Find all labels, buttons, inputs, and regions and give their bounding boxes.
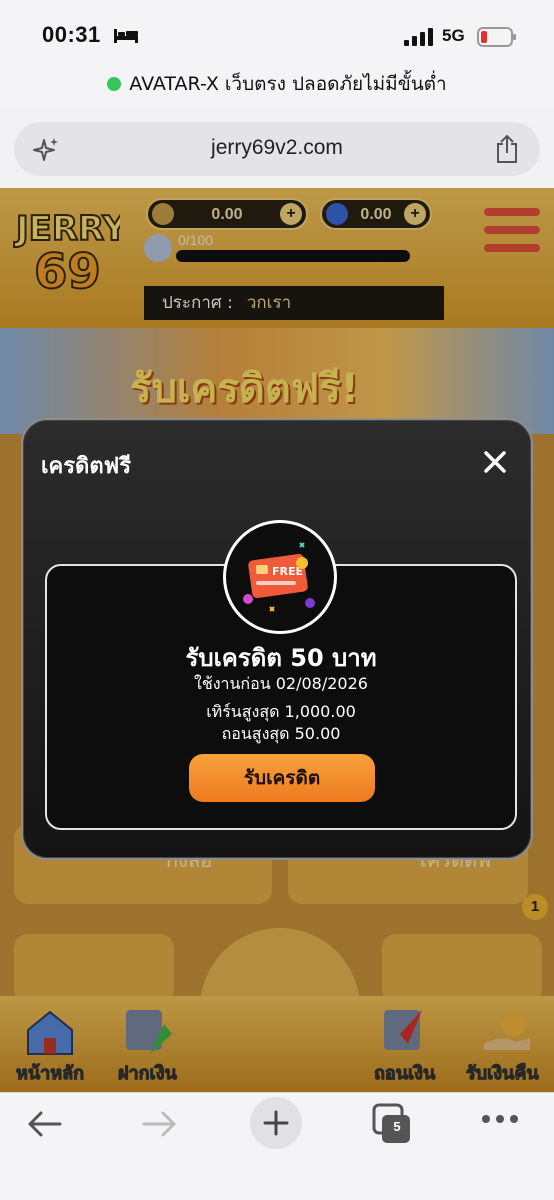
back-arrow-icon[interactable] (26, 1109, 62, 1139)
url-text[interactable]: jerry69v2.com (14, 136, 540, 160)
browser-toolbar: 5 (0, 1092, 554, 1200)
network-type: 5G (442, 26, 465, 45)
modal-title: เครดิตฟรี (41, 454, 132, 479)
credit-card-coupon-icon: FREE (243, 542, 315, 612)
sleep-bed-icon (114, 29, 138, 43)
address-bar[interactable]: jerry69v2.com (14, 122, 540, 176)
close-icon[interactable] (483, 450, 507, 474)
tab-count: 5 (393, 1119, 401, 1134)
battery-low-icon (477, 27, 516, 47)
status-time: 00:31 (42, 22, 101, 47)
page-title-bar: AVATAR-X เว็บตรง ปลอดภัยไม่มีขั้นต่ำ (0, 66, 554, 108)
offer-max-withdraw: ถอนสูงสุด 50.00 (221, 724, 341, 743)
page-title: AVATAR-X เว็บตรง ปลอดภัยไม่มีขั้นต่ำ (129, 73, 447, 95)
more-options-icon[interactable] (480, 1113, 520, 1125)
status-bar: 00:31 5G (0, 0, 554, 66)
free-credit-modal: เครดิตฟรี FREE รับเครดิต 50 บาท ใช้งานก่… (21, 418, 533, 860)
forward-arrow-icon[interactable] (142, 1109, 178, 1139)
offer-expiry: ใช้งานก่อน 02/08/2026 (194, 674, 368, 693)
coupon-badge: FREE (223, 520, 337, 634)
share-icon[interactable] (494, 134, 520, 164)
new-tab-button[interactable] (250, 1097, 302, 1149)
claim-credit-button[interactable]: รับเครดิต (189, 754, 375, 802)
plus-icon (263, 1110, 289, 1136)
cellular-signal-icon (404, 28, 433, 46)
secure-dot-icon (107, 77, 122, 91)
